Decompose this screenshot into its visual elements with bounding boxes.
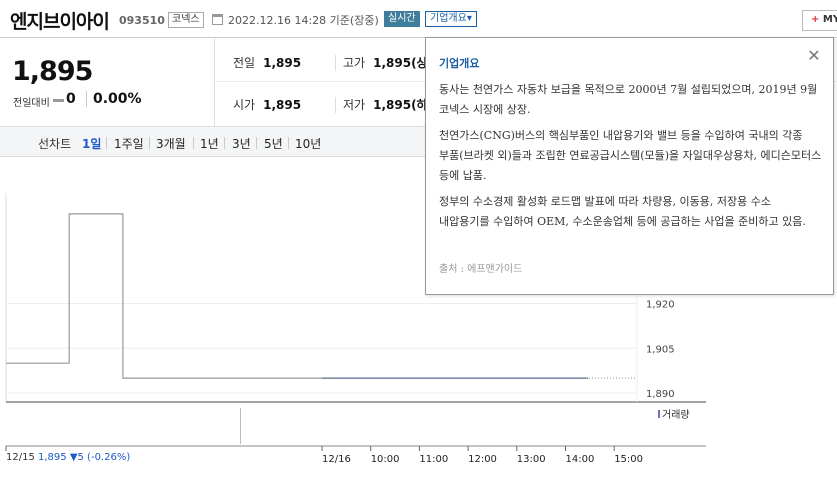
change-value: 0 (66, 91, 76, 107)
company-overview-popup: 기업개요 ✕ 동사는 천연가스 자동차 보급을 목적으로 2000년 7월 설립… (425, 37, 834, 295)
tab-3m[interactable]: 3개월 (156, 135, 186, 152)
y-ticks: 1,920 1,905 1,890 (646, 299, 675, 400)
divider (256, 137, 257, 149)
y-tick-label: 1,890 (646, 389, 675, 400)
tab-1w[interactable]: 1주일 (114, 135, 144, 152)
close-icon[interactable]: ✕ (806, 48, 822, 64)
divider (193, 137, 194, 149)
divider (335, 97, 336, 113)
change-label: 전일대비 (13, 98, 50, 109)
prev-day-date: 12/15 (6, 452, 35, 463)
divider (149, 137, 150, 149)
chart-type-label: 선차트 (38, 137, 72, 151)
market-badge: 코넥스 (168, 12, 204, 28)
chevron-down-icon: ▾ (466, 13, 472, 24)
stock-header: 엔지브이아이 093510 코넥스 2022.12.16 14:28 기준(장중… (0, 0, 837, 38)
divider (335, 55, 336, 71)
y-tick-label: 1,920 (646, 299, 675, 310)
overview-paragraph: 동사는 천연가스 자동차 보급을 목적으로 2000년 7월 설립되었으며, 2… (439, 83, 818, 116)
overview-paragraph: 정부의 수소경제 활성화 로드맵 발표에 따라 차량용, 이동용, 저장용 수소… (439, 195, 806, 228)
stat-open: 시가 1,895 (233, 98, 302, 112)
stat-high: 고가 1,895(상 (343, 56, 428, 70)
company-overview-label: 기업개요 (430, 13, 467, 24)
stat-low: 저가 1,895(하 (343, 98, 428, 112)
tab-3y[interactable]: 3년 (232, 135, 251, 152)
gridlines (6, 302, 637, 394)
calendar-icon (212, 14, 223, 25)
company-overview-button[interactable]: 기업개요▾ (425, 11, 477, 27)
flat-change-icon (53, 99, 64, 102)
prev-day-info: 12/15 1,895 ▼5 (-0.26%) (6, 452, 130, 463)
plus-icon: + (811, 14, 823, 25)
overview-paragraph: 천연가스(CNG)버스의 핵심부품인 내압용기와 밸브 등을 수입하여 국내의 … (439, 129, 822, 182)
x-tick-label: 13:00 (517, 454, 546, 465)
my-label: MY (822, 14, 837, 25)
tab-10y[interactable]: 10년 (295, 135, 321, 152)
change-percent: 0.00% (86, 91, 142, 107)
stock-code: 093510 (119, 14, 165, 27)
current-price: 1,895 (12, 56, 93, 87)
quote-datetime: 2022.12.16 14:28 기준(장중) (228, 14, 379, 27)
divider (106, 137, 107, 149)
y-tick-label: 1,905 (646, 344, 675, 355)
x-tick-label: 12/16 (322, 454, 351, 465)
stock-name: 엔지브이아이 (10, 11, 110, 33)
tab-1d[interactable]: 1일 (82, 135, 101, 152)
price-panel: 1,895 전일대비 0 0.00% (0, 38, 215, 126)
x-tick-label: 10:00 (371, 454, 400, 465)
my-button[interactable]: + MY (802, 10, 837, 31)
tab-5y[interactable]: 5년 (264, 135, 283, 152)
x-tick-label: 12:00 (468, 454, 497, 465)
tab-1y[interactable]: 1년 (200, 135, 219, 152)
x-tick-label: 14:00 (566, 454, 595, 465)
popup-source: 출처 : 에프앤가이드 (439, 264, 523, 275)
x-tick-label: 11:00 (419, 454, 448, 465)
x-tick-label: 15:00 (614, 454, 643, 465)
prev-day-value: 1,895 ▼5 (-0.26%) (38, 452, 131, 463)
divider (288, 137, 289, 149)
prev-day-price-line (6, 213, 322, 379)
realtime-button[interactable]: 실시간 (384, 11, 420, 27)
divider (224, 137, 225, 149)
volume-legend-swatch (658, 410, 660, 418)
stat-prev-close: 전일 1,895 (233, 56, 302, 70)
volume-label: 거래량 (662, 409, 690, 421)
volume-bar (240, 408, 241, 444)
popup-title: 기업개요 (439, 57, 480, 70)
